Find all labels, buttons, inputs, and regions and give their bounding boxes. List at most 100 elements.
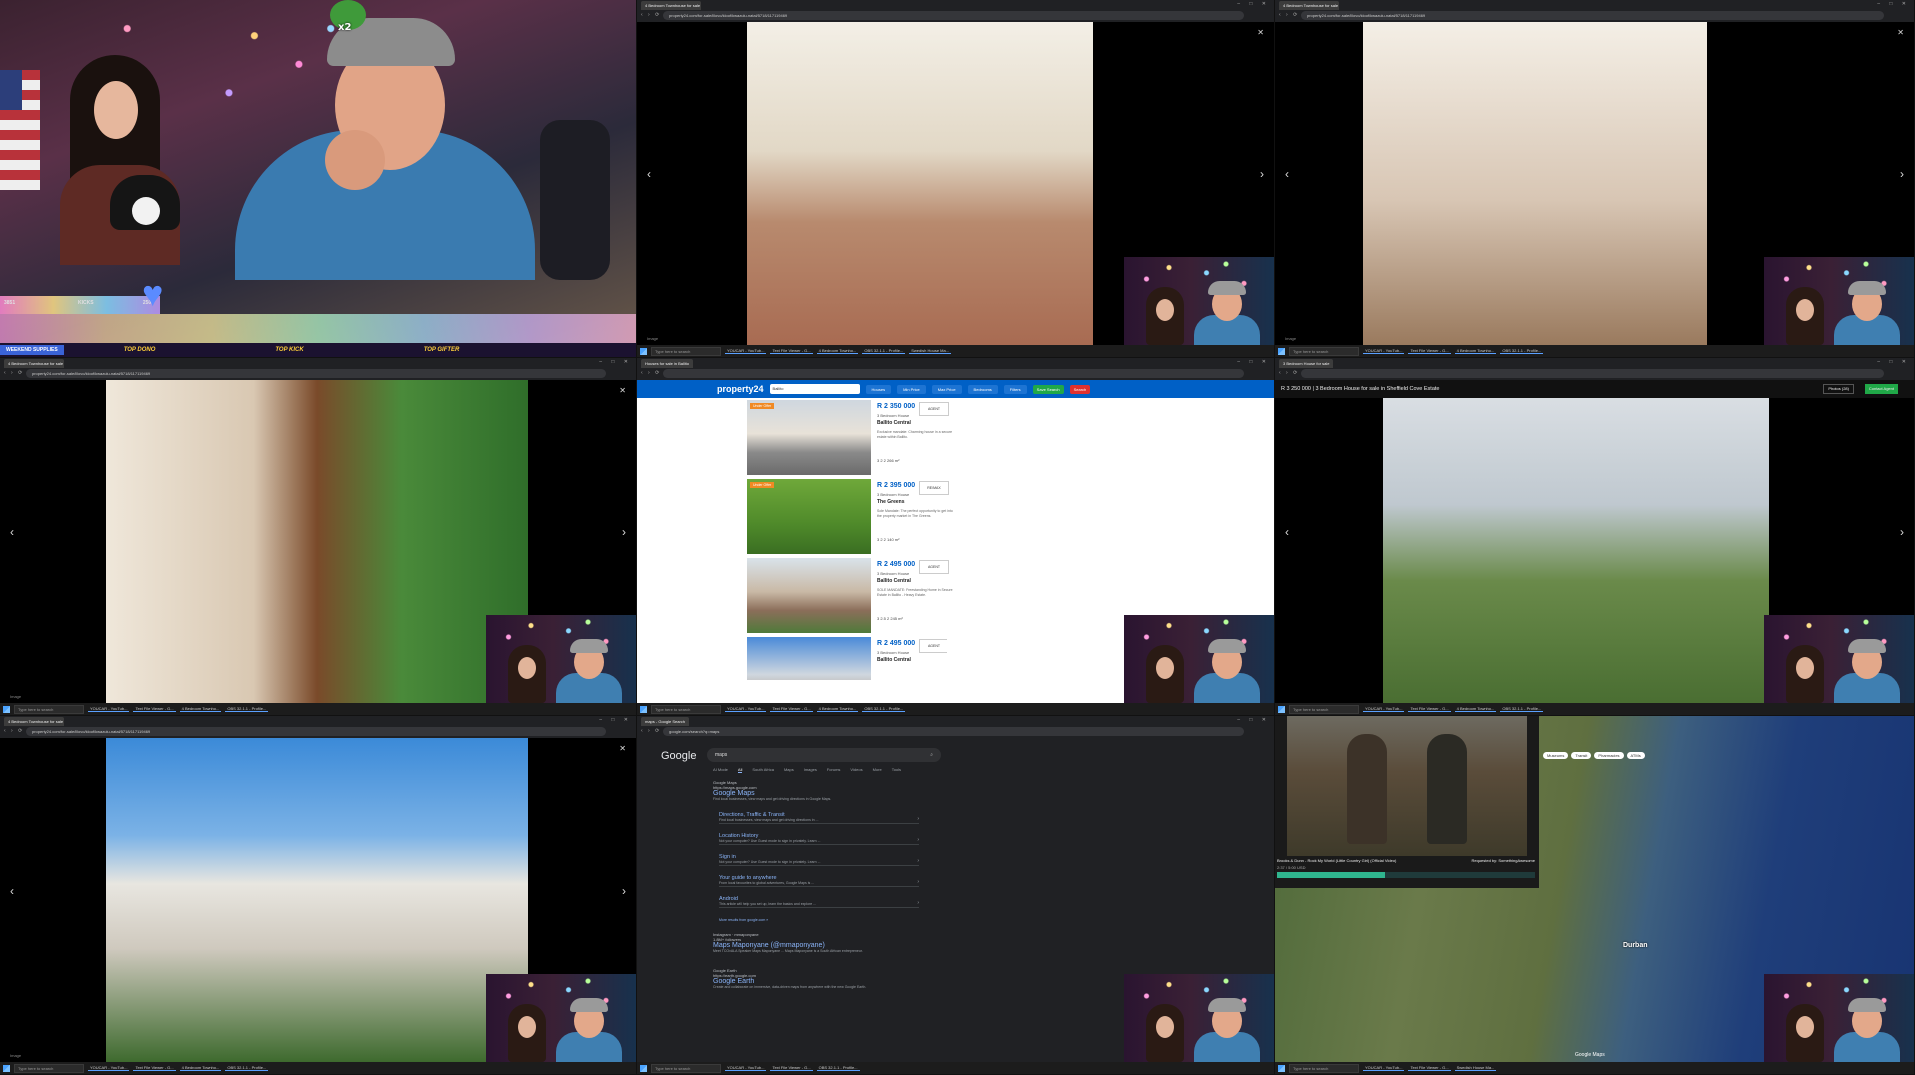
windows-start-icon[interactable] — [3, 705, 10, 713]
search-button[interactable]: Search — [1069, 384, 1091, 394]
close-icon[interactable]: ✕ — [619, 386, 626, 395]
filter-houses[interactable]: Houses — [865, 384, 892, 394]
location-search-input[interactable]: Ballito — [769, 384, 860, 394]
taskbar-app[interactable]: YOUCAR - YouTub... — [1363, 706, 1405, 712]
listing-card[interactable]: R 2 495 000 3 Bedroom House Ballito Cent… — [747, 637, 947, 680]
taskbar-app[interactable]: Text File Viewer - G... — [770, 706, 813, 712]
listing-thumbnail[interactable] — [747, 479, 871, 554]
taskbar-app[interactable]: Text File Viewer - G... — [1408, 348, 1451, 354]
prev-arrow-icon[interactable]: ‹ — [647, 167, 651, 181]
nav-buttons-icon[interactable]: ‹ › ⟳ — [641, 728, 661, 734]
sitelink[interactable]: Directions, Traffic & Transit Find local … — [719, 812, 919, 824]
browser-tab[interactable]: 4 Bedroom Townhouse for sale — [4, 717, 64, 726]
prev-arrow-icon[interactable]: ‹ — [10, 525, 14, 539]
taskbar-search[interactable]: Type here to search — [651, 346, 721, 356]
taskbar-search[interactable]: Type here to search — [14, 704, 84, 714]
taskbar-app[interactable]: Swedish House Ma... — [909, 348, 952, 354]
browser-tab[interactable]: 4 Bedroom Townhouse for sale — [1279, 1, 1339, 10]
filter-min-price[interactable]: Min Price — [897, 384, 926, 394]
google-logo[interactable]: Google — [661, 750, 696, 762]
taskbar-app[interactable]: YOUCAR - YouTub... — [88, 1065, 130, 1071]
taskbar-app[interactable]: YOUCAR - YouTub... — [725, 1065, 767, 1071]
windows-start-icon[interactable] — [1278, 705, 1285, 713]
windows-start-icon[interactable] — [1278, 347, 1285, 355]
search-icon[interactable]: ⌕ — [930, 748, 933, 762]
window-controls-icon[interactable]: – □ ✕ — [1237, 1, 1270, 7]
filter-bedrooms[interactable]: Bedrooms — [967, 384, 998, 394]
browser-tab[interactable]: 3 Bedroom House for sale — [1279, 359, 1334, 368]
google-search-input[interactable]: maps ⌕ — [707, 748, 941, 762]
prev-arrow-icon[interactable]: ‹ — [1285, 167, 1289, 181]
taskbar-search[interactable]: Type here to search — [1289, 1063, 1359, 1073]
taskbar-app[interactable]: OBS 32.1.1 - Profile... — [816, 1065, 860, 1071]
taskbar-app[interactable]: 4 Bedroom Townho... — [1454, 706, 1497, 712]
taskbar-app[interactable]: Text File Viewer - G... — [1408, 706, 1451, 712]
chip-transit[interactable]: Transit — [1571, 752, 1592, 759]
windows-start-icon[interactable] — [640, 705, 647, 713]
nav-buttons-icon[interactable]: ‹ › ⟳ — [1279, 12, 1299, 18]
address-bar[interactable]: property24.com/for-sale/illovo/kloof/kwa… — [26, 369, 606, 378]
browser-tab[interactable]: maps - Google Search — [641, 717, 690, 726]
nav-buttons-icon[interactable]: ‹ › ⟳ — [1279, 370, 1299, 376]
listing-thumbnail[interactable] — [747, 400, 871, 475]
close-icon[interactable]: ✕ — [619, 744, 626, 753]
prev-arrow-icon[interactable]: ‹ — [1285, 525, 1289, 539]
prev-arrow-icon[interactable]: ‹ — [10, 884, 14, 898]
music-video-player[interactable]: Brooks & Dunn - Rock My World (Little Co… — [1275, 716, 1539, 888]
nav-buttons-icon[interactable]: ‹ › ⟳ — [4, 728, 24, 734]
nav-buttons-icon[interactable]: ‹ › ⟳ — [641, 370, 661, 376]
browser-tab[interactable]: Houses for sale in Ballito — [641, 359, 694, 368]
search-result[interactable]: Google Maps https://maps.google.com Goog… — [713, 780, 953, 802]
browser-tab[interactable]: 4 Bedroom Townhouse for sale — [4, 359, 64, 368]
taskbar-search[interactable]: Type here to search — [1289, 704, 1359, 714]
tab-images[interactable]: Images — [804, 767, 817, 773]
taskbar-app[interactable]: 4 Bedroom Townho... — [179, 1065, 222, 1071]
taskbar-search[interactable]: Type here to search — [14, 1063, 84, 1073]
tab-forums[interactable]: Forums — [827, 767, 841, 773]
taskbar-app[interactable]: YOUCAR - YouTub... — [725, 348, 767, 354]
taskbar-app[interactable]: OBS 32.1.1 - Profile... — [1500, 706, 1544, 712]
taskbar-app[interactable]: YOUCAR - YouTub... — [88, 706, 130, 712]
window-controls-icon[interactable]: – □ ✕ — [1877, 359, 1910, 365]
taskbar-app[interactable]: Text File Viewer - G... — [133, 706, 176, 712]
address-bar[interactable]: google.com/search?q=maps — [663, 727, 1244, 736]
next-arrow-icon[interactable]: › — [1900, 167, 1904, 181]
tab-south-africa[interactable]: South Africa — [752, 767, 774, 773]
photos-button[interactable]: Photos (28) — [1823, 384, 1854, 394]
window-controls-icon[interactable]: – □ ✕ — [1237, 717, 1270, 723]
result-title[interactable]: Maps Maponyane (@mmaponyane) — [713, 942, 953, 949]
nav-buttons-icon[interactable]: ‹ › ⟳ — [4, 370, 24, 376]
sitelink[interactable]: Location History Not your computer? Use G… — [719, 833, 919, 845]
close-icon[interactable]: ✕ — [1897, 28, 1904, 37]
browser-tab[interactable]: 4 Bedroom Townhouse for sale — [641, 1, 701, 10]
filter-max-price[interactable]: Max Price — [931, 384, 962, 394]
listing-card[interactable]: Under Offer R 2 350 000 3 Bedroom House … — [747, 400, 952, 475]
taskbar-app[interactable]: 4 Bedroom Townho... — [1454, 348, 1497, 354]
video-frame[interactable] — [1287, 716, 1527, 856]
result-title[interactable]: Google Earth — [713, 978, 913, 985]
result-title[interactable]: Google Maps — [713, 790, 953, 797]
filter-more[interactable]: Filters — [1003, 384, 1027, 394]
taskbar-app[interactable]: 4 Bedroom Townho... — [179, 706, 222, 712]
nav-buttons-icon[interactable]: ‹ › ⟳ — [641, 12, 661, 18]
sitelink[interactable]: Your guide to anywhere From local favouri… — [719, 875, 919, 887]
chip-pharmacies[interactable]: Pharmacies — [1594, 752, 1624, 759]
address-bar[interactable] — [663, 369, 1244, 378]
tab-videos[interactable]: Videos — [850, 767, 862, 773]
save-search-button[interactable]: Save Search — [1032, 384, 1064, 394]
taskbar-app[interactable]: OBS 32.1.1 - Profile... — [1500, 348, 1544, 354]
taskbar-app[interactable]: Text File Viewer - G... — [133, 1065, 176, 1071]
taskbar-app[interactable]: OBS 32.1.1 - Profile... — [225, 706, 269, 712]
property24-logo[interactable]: property24 — [717, 384, 764, 394]
taskbar-app[interactable]: YOUCAR - YouTub... — [1363, 348, 1405, 354]
video-progress-bar[interactable] — [1277, 872, 1535, 878]
tab-ai-mode[interactable]: AI Mode — [713, 767, 728, 773]
sitelink[interactable]: Android This article will help you set up… — [719, 896, 919, 908]
taskbar-app[interactable]: Text File Viewer - G... — [770, 348, 813, 354]
tab-tools[interactable]: Tools — [892, 767, 901, 773]
window-controls-icon[interactable]: – □ ✕ — [599, 359, 632, 365]
chip-museums[interactable]: Museums — [1543, 752, 1569, 759]
address-bar[interactable]: property24.com/for-sale/illovo/kloof/kwa… — [26, 727, 606, 736]
taskbar-search[interactable]: Type here to search — [1289, 346, 1359, 356]
address-bar[interactable] — [1301, 369, 1884, 378]
